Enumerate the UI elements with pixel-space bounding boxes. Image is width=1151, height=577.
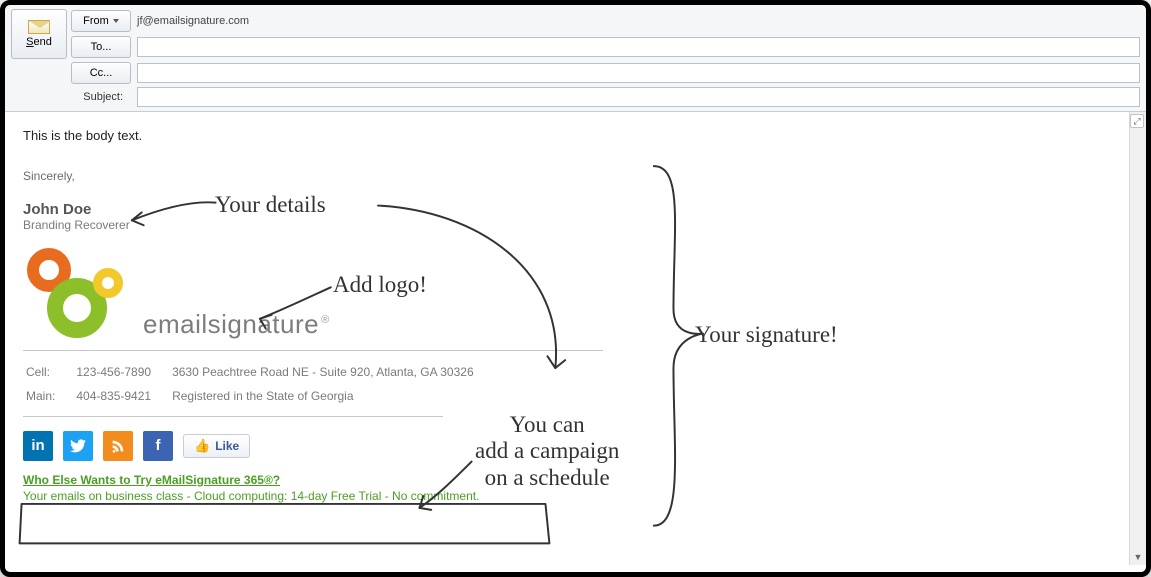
scroll-down-icon[interactable]: ▼ [1130, 548, 1146, 565]
contact-block: Cell: 123-456-7890 3630 Peachtree Road N… [23, 359, 494, 410]
like-label: Like [215, 439, 239, 453]
compose-window: Send From jf@emailsignature.com To... [0, 0, 1151, 577]
from-value: jf@emailsignature.com [131, 15, 1140, 27]
registered: Registered in the State of Georgia [171, 385, 492, 407]
logo-icon [23, 248, 143, 340]
from-button[interactable]: From [71, 10, 131, 32]
vertical-scrollbar[interactable]: ⤢ ▲ ▼ [1129, 112, 1146, 565]
to-field[interactable] [137, 37, 1140, 57]
cell-label: Cell: [25, 361, 73, 383]
address: 3630 Peachtree Road NE - Suite 920, Atla… [171, 361, 492, 383]
linkedin-icon[interactable]: in [23, 431, 53, 461]
body-text: This is the body text. [23, 128, 1128, 143]
scroll-track[interactable] [1130, 129, 1146, 548]
message-body[interactable]: This is the body text. Sincerely, John D… [5, 112, 1146, 565]
send-label: end [33, 36, 51, 48]
brand-wordmark: emailsignature® [143, 309, 330, 340]
cc-button[interactable]: Cc... [71, 62, 131, 84]
campaign-subline: Your emails on business class - Cloud co… [23, 489, 1128, 503]
envelope-icon [28, 20, 50, 34]
campaign-headline[interactable]: Who Else Wants to Try eMailSignature 365… [23, 473, 1128, 487]
subject-field[interactable] [137, 87, 1140, 107]
cc-field[interactable] [137, 63, 1140, 83]
divider [23, 350, 603, 351]
signature-title: Branding Recoverer [23, 218, 1128, 232]
rss-icon[interactable] [103, 431, 133, 461]
subject-label: Subject: [71, 91, 131, 103]
facebook-icon[interactable]: f [143, 431, 173, 461]
divider [23, 416, 443, 417]
twitter-icon[interactable] [63, 431, 93, 461]
main-label: Main: [25, 385, 73, 407]
from-label: From [83, 15, 109, 27]
compose-header: Send From jf@emailsignature.com To... [5, 5, 1146, 112]
to-label: To... [91, 41, 112, 53]
main-number: 404-835-9421 [75, 385, 169, 407]
to-button[interactable]: To... [71, 36, 131, 58]
chevron-down-icon [113, 19, 119, 23]
table-row: Main: 404-835-9421 Registered in the Sta… [25, 385, 492, 407]
signature-name: John Doe [23, 201, 1128, 218]
signoff: Sincerely, [23, 169, 1128, 183]
cc-label: Cc... [90, 67, 113, 79]
logo-block: emailsignature® [23, 248, 1128, 340]
cell-number: 123-456-7890 [75, 361, 169, 383]
table-row: Cell: 123-456-7890 3630 Peachtree Road N… [25, 361, 492, 383]
send-button[interactable]: Send [11, 9, 67, 59]
expand-icon[interactable]: ⤢ [1130, 114, 1144, 128]
like-button[interactable]: Like [183, 434, 250, 458]
social-row: in f Like [23, 431, 1128, 461]
